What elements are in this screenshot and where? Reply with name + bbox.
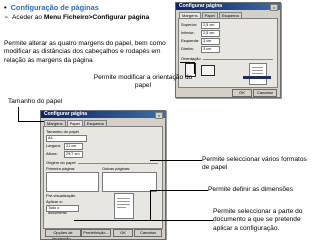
connector-paper-size xyxy=(18,107,19,121)
cancel-button[interactable]: Cancelar xyxy=(253,89,277,97)
right-margin-field[interactable]: 3 cm xyxy=(201,46,220,53)
slide-title: • Configuração de páginas xyxy=(4,3,164,12)
bottom-margin-field[interactable]: 2,5 cm xyxy=(201,30,220,37)
left-margin-field[interactable]: 3 cm xyxy=(201,38,220,45)
slide-title-text: Configuração de páginas xyxy=(10,3,99,12)
field-label-top: Superior: xyxy=(181,22,198,27)
callout-paper-size: Tamanho do papel xyxy=(8,98,63,105)
preview-label: Pré-visualização xyxy=(46,193,76,198)
first-page-list[interactable] xyxy=(46,172,99,192)
arrow-bullet-icon: ➢ xyxy=(4,15,10,21)
first-page-label: Primeira página: xyxy=(46,166,76,171)
connector-formats xyxy=(150,160,202,161)
cancel-button[interactable]: Cancelar xyxy=(134,229,162,237)
paper-panel: Tamanho do papel A4 Largura: 21 cm Altur… xyxy=(43,126,163,229)
callout-paper-formats: Permite seleccionar vários formatos de p… xyxy=(202,156,307,172)
landscape-icon[interactable] xyxy=(201,65,215,76)
field-label-bottom: Inferior: xyxy=(181,30,195,35)
print-options-button[interactable]: Opções de impressão... xyxy=(45,229,81,239)
top-margin-field[interactable]: 2,5 cm xyxy=(201,22,220,29)
orientation-label: Orientação xyxy=(181,56,201,61)
bullet-icon: • xyxy=(4,3,7,12)
preview-selection-bar xyxy=(243,76,271,79)
paper-size-label: Tamanho do papel xyxy=(46,129,79,134)
callout-orientation: Permite modificar a orientação do papel xyxy=(93,74,193,90)
ok-button[interactable]: OK xyxy=(232,89,252,97)
default-button[interactable]: Predefinição... xyxy=(81,229,111,237)
other-pages-label: Outras páginas: xyxy=(102,166,131,171)
apply-to-select[interactable]: Todo o documento xyxy=(46,205,79,215)
other-pages-list[interactable] xyxy=(102,172,157,192)
width-label: Largura: xyxy=(46,143,61,148)
connector-orientation-h xyxy=(180,62,195,63)
paper-source-label: Origem do papel xyxy=(46,160,76,165)
apply-to-label: Aplicar a: xyxy=(46,199,63,204)
width-field[interactable]: 21 cm xyxy=(64,143,83,150)
close-icon[interactable]: × xyxy=(270,4,278,11)
connector-orientation xyxy=(194,62,195,74)
close-icon[interactable]: × xyxy=(155,112,163,119)
menu-path-bold: Menu Ficheiro>Configurar página xyxy=(43,14,150,21)
connector-paper-size-h xyxy=(18,121,44,122)
margins-description: Permite alterar as quatro margens do pap… xyxy=(4,40,166,64)
connector-apply-h xyxy=(74,220,213,221)
paper-source-divider xyxy=(78,163,158,164)
callout-dimensions: Permite definir as dimensões xyxy=(208,186,294,193)
orientation-divider xyxy=(203,59,273,60)
paper-size-select[interactable]: A4 xyxy=(46,135,87,142)
height-label: Altura: xyxy=(46,151,58,156)
ok-button[interactable]: OK xyxy=(113,229,133,237)
field-label-right: Direita: xyxy=(181,46,194,51)
connector-dimensions xyxy=(150,190,208,191)
height-field[interactable]: 29,7 cm xyxy=(64,151,83,158)
connector-apply xyxy=(150,190,151,220)
callout-apply-to: Permite seleccionar a parte do documento… xyxy=(213,208,303,232)
margins-preview xyxy=(249,63,267,85)
paper-preview xyxy=(114,193,134,219)
dialog-title-bar: Configurar página xyxy=(41,111,165,118)
dialog-title-bar: Configurar página xyxy=(176,3,280,10)
field-label-left: Esquerda: xyxy=(181,38,200,43)
menu-path-instruction: ➢ Aceder ao Menu Ficheiro>Configurar pági… xyxy=(4,14,169,22)
menu-path-prefix: Aceder ao xyxy=(12,14,44,21)
